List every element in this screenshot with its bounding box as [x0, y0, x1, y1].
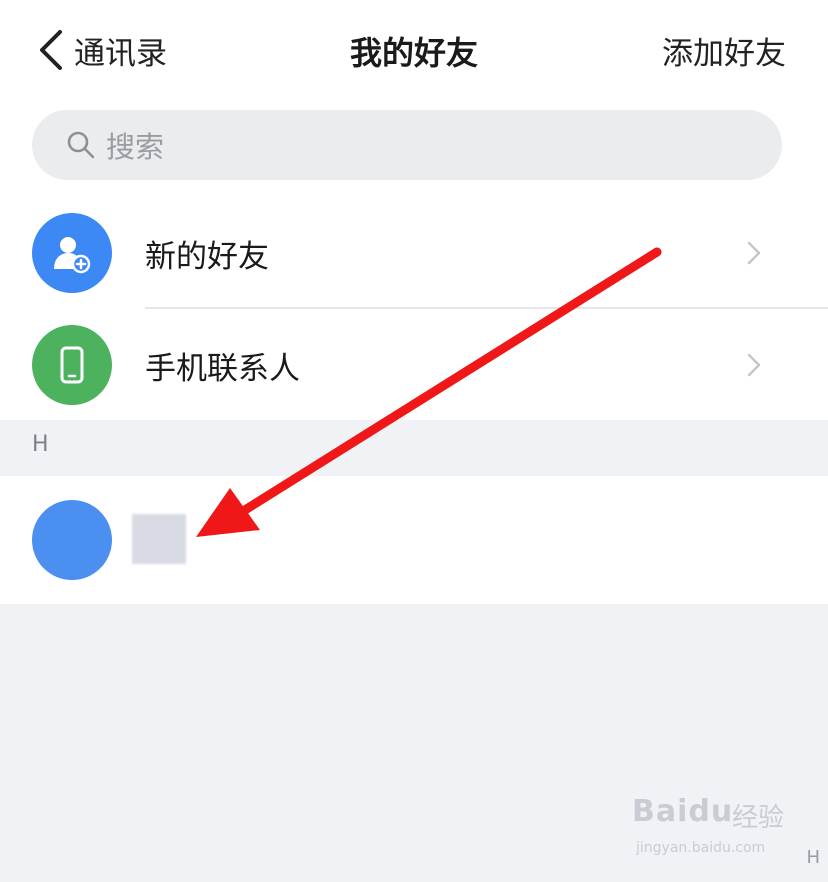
- top-panel: 通讯录 我的好友 添加好友 搜索 新的好友 手机联系人: [0, 0, 828, 420]
- section-header: H: [0, 420, 828, 476]
- menu-item-phone-contacts[interactable]: 手机联系人: [0, 315, 828, 415]
- menu-item-new-friends[interactable]: 新的好友: [0, 203, 828, 303]
- chevron-right-icon: [747, 353, 761, 377]
- add-friend-button[interactable]: 添加好友: [662, 28, 786, 73]
- add-user-icon: [32, 213, 112, 293]
- avatar: [32, 500, 112, 580]
- divider: [145, 307, 828, 309]
- phone-icon: [32, 325, 112, 405]
- contact-row[interactable]: [0, 476, 828, 604]
- watermark-url: jingyan.baidu.com: [636, 840, 766, 856]
- watermark: Baidu 经验 jingyan.baidu.com: [632, 794, 792, 864]
- menu-item-label: 手机联系人: [145, 350, 300, 387]
- index-letter[interactable]: H: [806, 847, 820, 868]
- search-input[interactable]: 搜索: [32, 110, 782, 180]
- contact-name-blurred: [132, 514, 186, 564]
- menu-item-label: 新的好友: [145, 238, 269, 275]
- section-letter: H: [32, 432, 49, 457]
- chevron-right-icon: [747, 241, 761, 265]
- search-icon: [67, 131, 95, 159]
- search-placeholder: 搜索: [106, 130, 165, 164]
- watermark-suffix: 经验: [732, 803, 785, 833]
- navigation-bar: 通讯录 我的好友 添加好友: [0, 0, 828, 100]
- watermark-brand: Baidu: [632, 794, 734, 829]
